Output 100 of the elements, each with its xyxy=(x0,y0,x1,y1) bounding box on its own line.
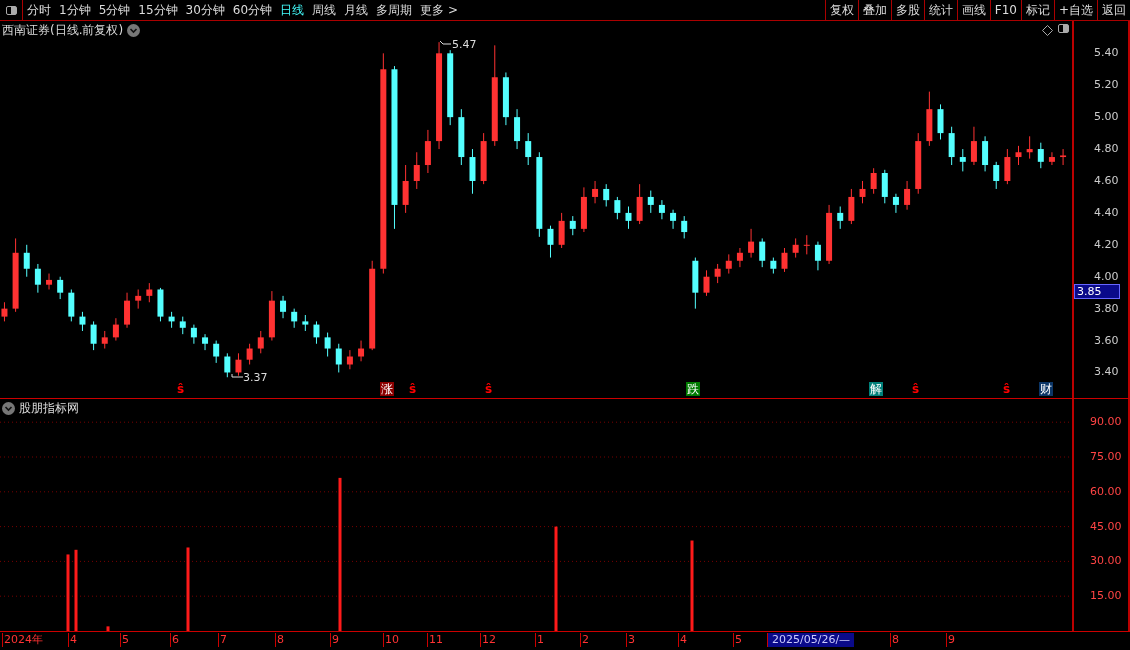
candle xyxy=(168,311,175,329)
candle xyxy=(915,132,922,195)
candle xyxy=(302,314,309,332)
candle xyxy=(725,253,732,275)
price-tick-label: 4.80 xyxy=(1094,142,1119,157)
date-axis-label: 4 xyxy=(678,633,688,647)
toolbar-button[interactable]: 画线 xyxy=(956,0,990,20)
period-tab[interactable]: 15分钟 xyxy=(134,0,182,20)
price-tick-label: 4.00 xyxy=(1094,269,1119,284)
event-tag[interactable]: 跌 xyxy=(686,382,700,396)
event-tag[interactable]: 涨 xyxy=(380,382,394,396)
date-axis-label: 5 xyxy=(733,633,743,647)
period-tab[interactable]: 30分钟 xyxy=(181,0,229,20)
candle xyxy=(892,193,899,214)
candle xyxy=(993,161,1000,190)
date-axis-label: 3 xyxy=(626,633,636,647)
toolbar-button[interactable]: F10 xyxy=(989,0,1021,20)
indicator-bar xyxy=(106,626,110,631)
candle xyxy=(46,273,53,290)
event-marker[interactable]: ŝ xyxy=(409,382,417,396)
candle xyxy=(703,269,710,297)
candle xyxy=(803,234,810,255)
candle xyxy=(23,244,30,278)
chevron-down-icon[interactable] xyxy=(2,402,15,415)
toolbar-button[interactable]: 返回 xyxy=(1097,0,1130,20)
candle xyxy=(525,132,532,166)
candle xyxy=(213,340,220,364)
event-marker[interactable]: ŝ xyxy=(485,382,493,396)
period-tab[interactable]: 月线 xyxy=(340,0,373,20)
candle xyxy=(124,292,131,329)
candle xyxy=(358,340,365,362)
candle xyxy=(904,180,911,211)
candle xyxy=(101,330,108,350)
date-axis-label: 4 xyxy=(68,633,78,647)
period-tab[interactable]: 日线 xyxy=(276,0,309,20)
date-axis-label: 1 xyxy=(535,633,545,647)
date-axis-label: 2024年 xyxy=(2,633,44,647)
candle xyxy=(1048,151,1055,166)
toolbar-button[interactable]: +自选 xyxy=(1053,0,1097,20)
candle xyxy=(592,180,599,204)
price-tick-label: 4.60 xyxy=(1094,173,1119,188)
candle xyxy=(1,301,8,322)
candle xyxy=(792,237,799,259)
candle xyxy=(736,247,743,268)
period-tab[interactable]: 周线 xyxy=(308,0,341,20)
candle xyxy=(1004,148,1011,185)
date-axis-label: 10 xyxy=(383,633,400,647)
chevron-down-icon[interactable] xyxy=(127,24,141,37)
candle xyxy=(814,241,821,271)
candle xyxy=(280,295,287,319)
date-axis-label: 8 xyxy=(890,633,900,647)
toolbar-button[interactable]: 标记 xyxy=(1020,0,1054,20)
event-marker[interactable]: ŝ xyxy=(912,382,920,396)
candle xyxy=(770,257,777,275)
period-tab[interactable]: 60分钟 xyxy=(228,0,277,20)
candle xyxy=(413,151,420,190)
candle xyxy=(57,276,64,300)
candle xyxy=(670,209,677,230)
candle xyxy=(569,215,576,236)
toolbar-button[interactable]: 复权 xyxy=(824,0,858,20)
event-tag[interactable]: 财 xyxy=(1039,382,1053,396)
candle xyxy=(335,343,342,373)
date-axis-label: 5 xyxy=(120,633,130,647)
period-tab[interactable]: 1分钟 xyxy=(55,0,95,20)
toolbar-button[interactable]: 统计 xyxy=(923,0,957,20)
period-tab[interactable]: 更多 > xyxy=(416,0,462,20)
date-axis-label: 8 xyxy=(275,633,285,647)
candle xyxy=(614,196,621,220)
chart-title: 西南证券(日线.前复权) xyxy=(2,22,124,39)
price-tick-label: 5.20 xyxy=(1094,78,1119,93)
panel-toggle-icon[interactable] xyxy=(1058,24,1069,33)
candle xyxy=(135,289,142,310)
candle xyxy=(558,212,565,249)
toolbar-button[interactable]: 叠加 xyxy=(857,0,891,20)
diamond-icon[interactable] xyxy=(1042,25,1053,36)
indicator-title: 股朋指标网 xyxy=(19,400,79,417)
price-tick-label: 3.40 xyxy=(1094,365,1119,380)
candle xyxy=(179,316,186,335)
toolbar-button[interactable]: 多股 xyxy=(890,0,924,20)
event-tag[interactable]: 解 xyxy=(869,382,883,396)
candle xyxy=(547,225,554,259)
candle xyxy=(79,311,86,332)
candle xyxy=(291,308,298,329)
period-tab[interactable]: 分时 xyxy=(23,0,55,20)
candle xyxy=(90,320,97,351)
period-tab[interactable]: 5分钟 xyxy=(94,0,135,20)
event-marker[interactable]: ŝ xyxy=(177,382,185,396)
candle xyxy=(948,126,955,166)
candle xyxy=(514,108,521,150)
date-axis-label: 12 xyxy=(480,633,497,647)
candle xyxy=(848,188,855,225)
indicator-tick-label: 45.00 xyxy=(1090,519,1122,534)
candle xyxy=(937,103,944,140)
event-marker[interactable]: ŝ xyxy=(1003,382,1011,396)
price-tick-label: 4.40 xyxy=(1094,205,1119,220)
period-tab[interactable]: 多周期 xyxy=(372,0,417,20)
candle xyxy=(424,129,431,174)
candle xyxy=(959,148,966,172)
candle xyxy=(68,289,75,322)
candle xyxy=(781,247,788,273)
